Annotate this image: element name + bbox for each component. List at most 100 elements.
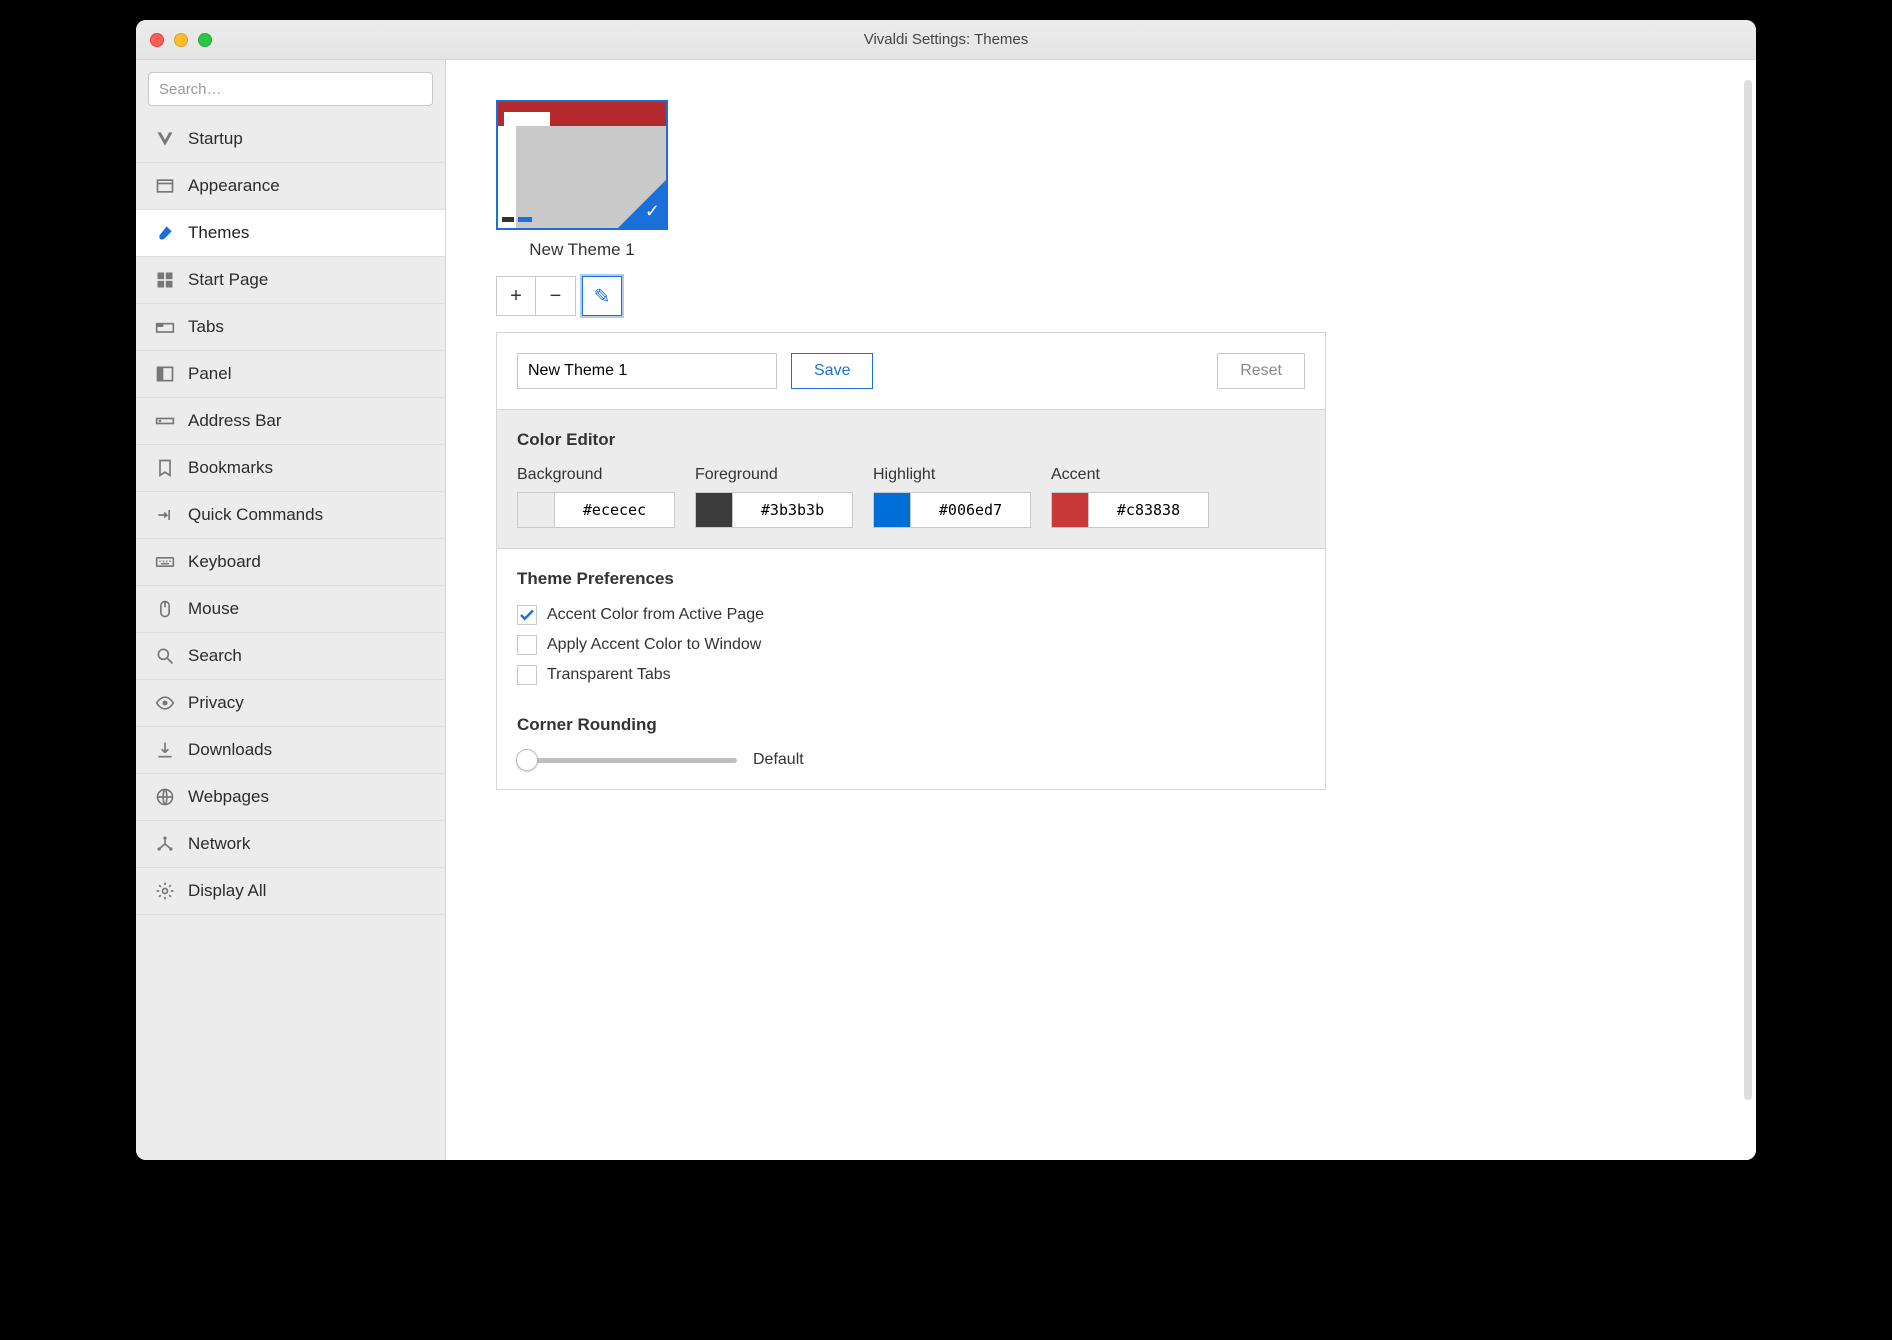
download-icon <box>154 739 176 761</box>
minimize-window-button[interactable] <box>174 33 188 47</box>
swatch-accent[interactable] <box>1051 492 1089 528</box>
sidebar-item-webpages[interactable]: Webpages <box>136 774 445 821</box>
pencil-icon: ✎ <box>594 284 611 309</box>
color-label: Highlight <box>873 466 1031 484</box>
network-icon <box>154 833 176 855</box>
editor-header-row: Save Reset <box>497 333 1325 409</box>
hex-foreground[interactable] <box>733 492 853 528</box>
hex-background[interactable] <box>555 492 675 528</box>
sidebar-item-label: Webpages <box>188 787 269 807</box>
sidebar-item-privacy[interactable]: Privacy <box>136 680 445 727</box>
corner-rounding-section: Corner Rounding Default <box>517 715 1305 769</box>
keyboard-icon <box>154 551 176 573</box>
rounding-value-label: Default <box>753 751 804 769</box>
theme-thumbnail-wrap: ✓ New Theme 1 <box>496 100 668 260</box>
sidebar-item-quick-commands[interactable]: Quick Commands <box>136 492 445 539</box>
checkbox-icon <box>517 665 537 685</box>
sidebar: StartupAppearance Themes Start Page Tabs Pan… <box>136 60 446 1160</box>
sidebar-item-label: Quick Commands <box>188 505 323 525</box>
color-field-background: Background <box>517 466 675 528</box>
sidebar-item-bookmarks[interactable]: Bookmarks <box>136 445 445 492</box>
sidebar-item-label: Search <box>188 646 242 666</box>
panel-icon <box>154 363 176 385</box>
theme-name-input[interactable] <box>517 353 777 389</box>
color-editor-section: Color Editor Background Foreground <box>497 409 1325 549</box>
color-field-foreground: Foreground <box>695 466 853 528</box>
mouse-icon <box>154 598 176 620</box>
swatch-highlight[interactable] <box>873 492 911 528</box>
window-icon <box>154 175 176 197</box>
pref-transparent-tabs[interactable]: Transparent Tabs <box>517 665 1305 685</box>
sidebar-item-display-all[interactable]: Display All <box>136 868 445 915</box>
brush-icon <box>154 222 176 244</box>
sidebar-item-label: Display All <box>188 881 266 901</box>
sidebar-item-label: Mouse <box>188 599 239 619</box>
sidebar-item-label: Downloads <box>188 740 272 760</box>
sidebar-item-mouse[interactable]: Mouse <box>136 586 445 633</box>
sidebar-item-keyboard[interactable]: Keyboard <box>136 539 445 586</box>
pref-apply-to-window[interactable]: Apply Accent Color to Window <box>517 635 1305 655</box>
sidebar-item-appearance[interactable]: Appearance <box>136 163 445 210</box>
swatch-foreground[interactable] <box>695 492 733 528</box>
vivaldi-icon <box>154 128 176 150</box>
settings-window: Vivaldi Settings: Themes StartupAppearan… <box>136 20 1756 1160</box>
pref-accent-from-page[interactable]: Accent Color from Active Page <box>517 605 1305 625</box>
sidebar-item-label: Privacy <box>188 693 244 713</box>
edit-theme-button[interactable]: ✎ <box>582 276 622 316</box>
theme-thumbnail[interactable]: ✓ <box>496 100 668 230</box>
sidebar-item-start-page[interactable]: Start Page <box>136 257 445 304</box>
color-field-accent: Accent <box>1051 466 1209 528</box>
slider-thumb[interactable] <box>516 749 538 771</box>
scrollbar[interactable] <box>1744 80 1752 1100</box>
window-body: StartupAppearance Themes Start Page Tabs Pan… <box>136 60 1756 1160</box>
prefs-title: Theme Preferences <box>517 569 1305 589</box>
sidebar-item-search[interactable]: Search <box>136 633 445 680</box>
sidebar-item-network[interactable]: Network <box>136 821 445 868</box>
window-title: Vivaldi Settings: Themes <box>136 31 1756 48</box>
zoom-window-button[interactable] <box>198 33 212 47</box>
color-field-highlight: Highlight <box>873 466 1031 528</box>
color-label: Accent <box>1051 466 1209 484</box>
sidebar-item-tabs[interactable]: Tabs <box>136 304 445 351</box>
sidebar-item-label: Themes <box>188 223 249 243</box>
sidebar-nav: StartupAppearance Themes Start Page Tabs Pan… <box>136 116 445 915</box>
editor-panel: Save Reset Color Editor Background <box>496 332 1326 790</box>
minus-icon: − <box>550 285 562 308</box>
grid-icon <box>154 269 176 291</box>
color-label: Background <box>517 466 675 484</box>
sidebar-item-panel[interactable]: Panel <box>136 351 445 398</box>
sidebar-item-label: Tabs <box>188 317 224 337</box>
swatch-background[interactable] <box>517 492 555 528</box>
rounding-slider[interactable] <box>517 758 737 763</box>
hex-accent[interactable] <box>1089 492 1209 528</box>
sidebar-item-address-bar[interactable]: Address Bar <box>136 398 445 445</box>
eye-icon <box>154 692 176 714</box>
globe-icon <box>154 786 176 808</box>
sidebar-item-startup[interactable]: Startup <box>136 116 445 163</box>
color-label: Foreground <box>695 466 853 484</box>
main-content: ✓ New Theme 1 + − ✎ Save Reset Color Edi… <box>446 60 1756 1160</box>
address-icon <box>154 410 176 432</box>
save-button[interactable]: Save <box>791 353 873 389</box>
hex-highlight[interactable] <box>911 492 1031 528</box>
reset-button[interactable]: Reset <box>1217 353 1305 389</box>
pref-label: Apply Accent Color to Window <box>547 636 761 654</box>
plus-icon: + <box>510 285 522 308</box>
sidebar-item-themes[interactable]: Themes <box>136 210 445 257</box>
remove-theme-button[interactable]: − <box>536 276 576 316</box>
prefs-section: Theme Preferences Accent Color from Acti… <box>497 549 1325 789</box>
close-window-button[interactable] <box>150 33 164 47</box>
search-icon <box>154 645 176 667</box>
bookmark-icon <box>154 457 176 479</box>
add-theme-button[interactable]: + <box>496 276 536 316</box>
pref-label: Transparent Tabs <box>547 666 671 684</box>
sidebar-item-label: Start Page <box>188 270 268 290</box>
theme-toolbar: + − ✎ <box>496 276 1706 316</box>
rounding-title: Corner Rounding <box>517 715 1305 735</box>
theme-name-label: New Theme 1 <box>529 240 635 260</box>
search-input[interactable] <box>148 72 433 106</box>
sidebar-item-downloads[interactable]: Downloads <box>136 727 445 774</box>
quick-icon <box>154 504 176 526</box>
check-icon: ✓ <box>645 201 660 222</box>
sidebar-item-label: Panel <box>188 364 231 384</box>
